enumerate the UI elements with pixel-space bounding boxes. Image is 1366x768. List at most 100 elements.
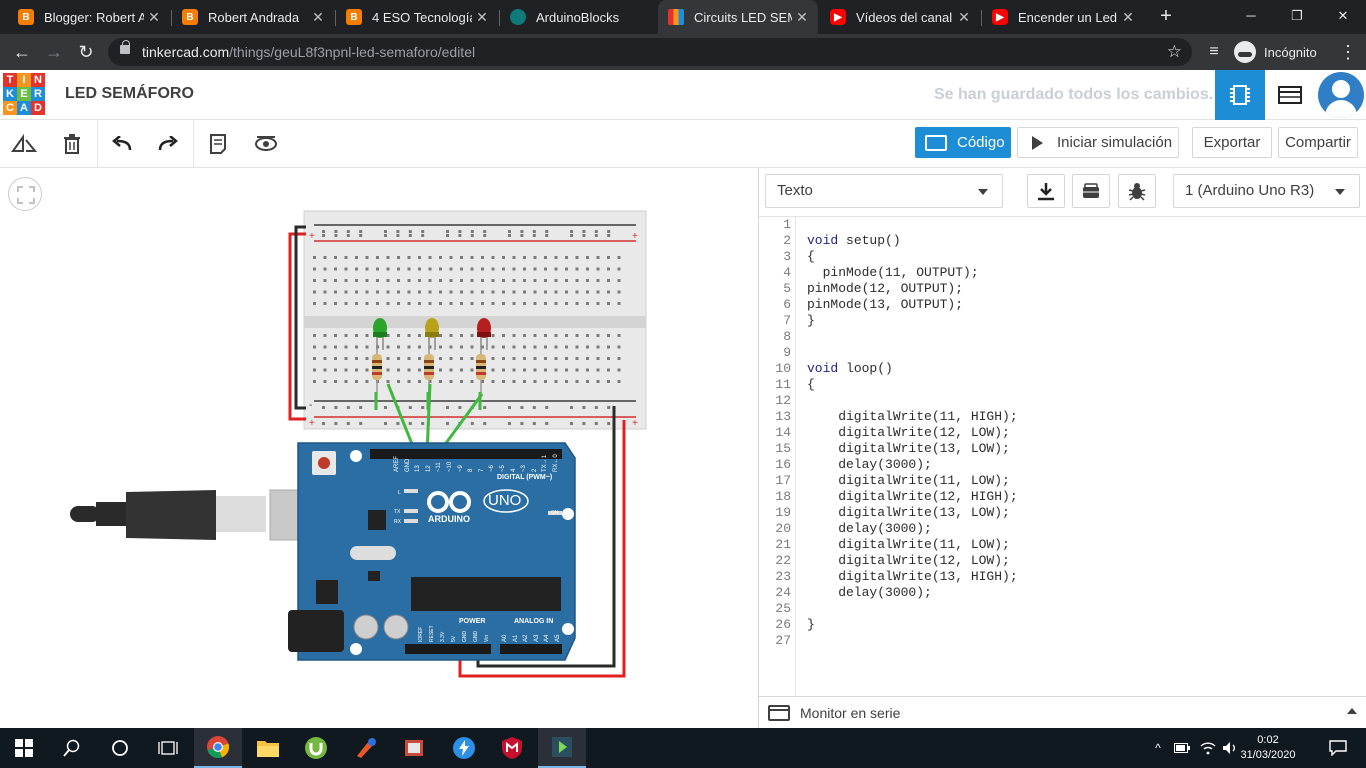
close-tab-icon[interactable]: ✕: [308, 9, 328, 26]
code-line[interactable]: delay(3000);: [807, 521, 1357, 537]
browser-tab-3[interactable]: B 4 ESO Tecnología de ✕: [336, 0, 498, 34]
notifications-icon[interactable]: [1314, 728, 1362, 768]
clock-date: 31/03/2020: [1240, 749, 1296, 761]
search-icon[interactable]: [48, 728, 96, 768]
libraries-button[interactable]: [1072, 174, 1110, 208]
code-line[interactable]: digitalWrite(13, LOW);: [807, 505, 1357, 521]
code-lines[interactable]: void setup(){ pinMode(11, OUTPUT); pinMod…: [807, 217, 1357, 649]
address-bar[interactable]: tinkercad.com/things/geuL8f3npnl-led-sem…: [108, 38, 1192, 66]
code-mode-select[interactable]: Texto: [765, 174, 1003, 208]
code-line[interactable]: void loop(): [807, 361, 1357, 377]
media-control-icon[interactable]: ≡: [1202, 40, 1226, 64]
user-avatar[interactable]: [1318, 72, 1364, 118]
task-view-icon[interactable]: [144, 728, 192, 768]
download-code-button[interactable]: [1027, 174, 1065, 208]
browser-tab-2[interactable]: B Robert Andrada ✕: [172, 0, 334, 34]
code-line[interactable]: [807, 633, 1357, 649]
code-line[interactable]: [807, 345, 1357, 361]
code-line[interactable]: void setup(): [807, 233, 1357, 249]
browser-tab-5-active[interactable]: Circuits LED SEMÁFORO ✕: [658, 0, 818, 34]
code-line[interactable]: digitalWrite(11, LOW);: [807, 473, 1357, 489]
debugger-button[interactable]: [1118, 174, 1156, 208]
code-line[interactable]: [807, 329, 1357, 345]
components-list-button[interactable]: [1265, 70, 1315, 120]
close-tab-icon[interactable]: ✕: [954, 9, 974, 26]
code-line[interactable]: digitalWrite(13, LOW);: [807, 441, 1357, 457]
code-line[interactable]: {: [807, 377, 1357, 393]
code-line[interactable]: }: [807, 313, 1357, 329]
browser-tab-4[interactable]: ArduinoBlocks: [500, 0, 656, 34]
minimize-button[interactable]: ─: [1228, 0, 1274, 34]
show-hidden-icons[interactable]: ^: [1146, 728, 1170, 768]
restore-button[interactable]: ❐: [1274, 0, 1320, 34]
close-window-button[interactable]: ✕: [1320, 0, 1366, 34]
notes-button[interactable]: [202, 128, 234, 160]
circuit-view-button[interactable]: [1215, 70, 1265, 120]
browser-menu-icon[interactable]: ⋮: [1336, 40, 1360, 64]
file-explorer-icon[interactable]: [244, 728, 292, 768]
mcafee-icon[interactable]: [488, 728, 536, 768]
share-button[interactable]: Compartir: [1278, 127, 1358, 158]
rotate-button[interactable]: [8, 128, 40, 160]
delete-button[interactable]: [56, 128, 88, 160]
utorrent-icon[interactable]: [292, 728, 340, 768]
chevron-up-icon[interactable]: [1347, 708, 1357, 714]
windows-start-icon[interactable]: [0, 728, 48, 768]
close-tab-icon[interactable]: ✕: [1118, 9, 1138, 26]
close-tab-icon[interactable]: ✕: [144, 9, 164, 26]
code-line[interactable]: [807, 601, 1357, 617]
code-line[interactable]: delay(3000);: [807, 457, 1357, 473]
code-line[interactable]: digitalWrite(11, LOW);: [807, 537, 1357, 553]
browser-tab-6[interactable]: ▶ Vídeos del canal de ✕: [820, 0, 980, 34]
edge-app-icon[interactable]: [440, 728, 488, 768]
device-select[interactable]: 1 (Arduino Uno R3): [1173, 174, 1360, 208]
code-line[interactable]: [807, 217, 1357, 233]
back-button[interactable]: ←: [10, 40, 34, 64]
save-status: Se han guardado todos los cambios.: [934, 86, 1214, 103]
code-button[interactable]: Código: [915, 127, 1011, 158]
tinkercad-logo[interactable]: T I N K E R C A D: [3, 73, 45, 115]
forward-button[interactable]: →: [42, 40, 66, 64]
code-line[interactable]: {: [807, 249, 1357, 265]
redo-button[interactable]: [152, 128, 184, 160]
code-line[interactable]: pinMode(13, OUTPUT);: [807, 297, 1357, 313]
circuit-canvas[interactable]: + + - + + ARDUINO UNO DIGITAL (PWM~) POW…: [0, 168, 758, 728]
tool-icon[interactable]: [390, 728, 438, 768]
browser-tab-7[interactable]: ▶ Encender un Led - Ard ✕: [982, 0, 1144, 34]
new-tab-button[interactable]: +: [1154, 5, 1178, 29]
code-line[interactable]: }: [807, 617, 1357, 633]
code-line[interactable]: [807, 393, 1357, 409]
export-button[interactable]: Exportar: [1192, 127, 1272, 158]
browser-tab-1[interactable]: B Blogger: Robert Andrada ✕: [8, 0, 170, 34]
close-tab-icon[interactable]: ✕: [792, 9, 812, 26]
battery-icon[interactable]: [1170, 728, 1194, 768]
code-line[interactable]: digitalWrite(12, LOW);: [807, 553, 1357, 569]
code-editor[interactable]: 1 2 3 4 5 6 7 8 9 10 11 12 13 14 15 16 17 18 19 20 21 22 23 24 2…: [759, 216, 1366, 697]
board-led-l: L: [398, 490, 401, 496]
code-line[interactable]: digitalWrite(13, HIGH);: [807, 569, 1357, 585]
code-line[interactable]: digitalWrite(11, HIGH);: [807, 409, 1357, 425]
bookmark-star-icon[interactable]: ☆: [1167, 42, 1182, 62]
windows-taskbar: ^ 0:02 31/03/2020: [0, 728, 1366, 768]
code-line[interactable]: pinMode(12, OUTPUT);: [807, 281, 1357, 297]
code-line[interactable]: pinMode(11, OUTPUT);: [807, 265, 1357, 281]
serial-monitor-bar[interactable]: Monitor en serie: [759, 696, 1366, 728]
cortana-icon[interactable]: [96, 728, 144, 768]
chrome-icon[interactable]: [194, 728, 242, 768]
paint-icon[interactable]: [342, 728, 390, 768]
line-number: 20: [775, 521, 791, 536]
start-simulation-button[interactable]: Iniciar simulación: [1017, 127, 1179, 158]
code-line[interactable]: digitalWrite(12, HIGH);: [807, 489, 1357, 505]
wifi-icon[interactable]: [1196, 728, 1220, 768]
code-line[interactable]: delay(3000);: [807, 585, 1357, 601]
close-tab-icon[interactable]: ✕: [472, 9, 492, 26]
serial-monitor-label: Monitor en serie: [800, 704, 901, 721]
reload-button[interactable]: ↻: [74, 40, 98, 64]
bluej-icon[interactable]: [538, 728, 586, 768]
incognito-indicator[interactable]: Incógnito: [1234, 38, 1317, 66]
code-line[interactable]: digitalWrite(12, LOW);: [807, 425, 1357, 441]
project-title[interactable]: LED SEMÁFORO: [65, 85, 194, 103]
system-clock[interactable]: 0:02 31/03/2020: [1238, 733, 1298, 763]
visibility-button[interactable]: [250, 128, 282, 160]
undo-button[interactable]: [106, 128, 138, 160]
